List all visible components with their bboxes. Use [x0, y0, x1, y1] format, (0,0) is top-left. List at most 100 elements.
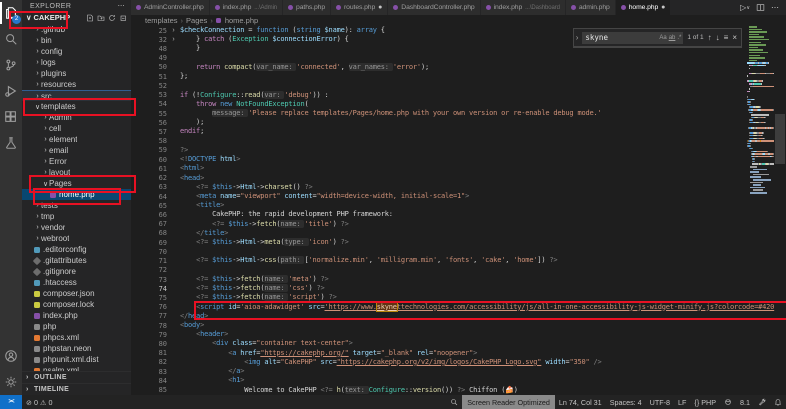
match-case-icon[interactable]: Aa: [659, 35, 666, 41]
code-line-77[interactable]: 77 </head>: [131, 312, 786, 321]
notifications-bell-icon[interactable]: [770, 398, 786, 406]
tree-item-.gitignore[interactable]: .gitignore: [22, 266, 131, 277]
collapse-all-icon[interactable]: [119, 14, 127, 22]
code-line-61[interactable]: 61 <html>: [131, 164, 786, 173]
code-line-72[interactable]: 72: [131, 266, 786, 275]
code-line-73[interactable]: 73 <?= $this->fetch(name: 'meta') ?>: [131, 274, 786, 284]
tree-item-src[interactable]: › src: [22, 90, 131, 101]
breadcrumb-item[interactable]: Pages: [186, 16, 207, 25]
indentation-status[interactable]: Spaces: 4: [606, 398, 646, 407]
language-mode-status[interactable]: {} PHP: [690, 398, 720, 407]
tree-item-phpstan.neon[interactable]: phpstan.neon: [22, 343, 131, 354]
close-find-icon[interactable]: ×: [732, 33, 737, 42]
code-line-50[interactable]: 50 return compact(var_name: 'connected',…: [131, 62, 786, 72]
chevron-right-icon[interactable]: ›: [34, 202, 41, 209]
split-editor-icon[interactable]: [756, 3, 765, 12]
tree-item-layout[interactable]: › layout: [22, 167, 131, 178]
tree-item-element[interactable]: › element: [22, 134, 131, 145]
code-line-57[interactable]: 57 endif;: [131, 127, 786, 136]
breadcrumb-item[interactable]: templates: [145, 16, 178, 25]
tree-item-config[interactable]: › config: [22, 46, 131, 57]
fold-expand-icon[interactable]: ›: [167, 36, 180, 43]
tree-item-vendor[interactable]: › vendor: [22, 222, 131, 233]
tree-item-php[interactable]: php: [22, 321, 131, 332]
breadcrumb-item[interactable]: home.php: [225, 16, 258, 25]
code-line-70[interactable]: 70: [131, 247, 786, 256]
status-search-icon[interactable]: [446, 398, 462, 406]
tree-item-Admin[interactable]: › Admin: [22, 112, 131, 123]
php-version-icon[interactable]: [720, 398, 736, 406]
cursor-position-status[interactable]: Ln 74, Col 31: [555, 398, 606, 407]
tree-item-plugins[interactable]: › plugins: [22, 68, 131, 79]
code-line-85[interactable]: 85 Welcome to CakePHP <?= h(text: Config…: [131, 385, 786, 395]
chevron-right-icon[interactable]: ›: [42, 147, 49, 154]
tree-item-resources[interactable]: › resources: [22, 79, 131, 90]
find-previous-icon[interactable]: ↑: [708, 33, 712, 42]
chevron-right-icon[interactable]: ›: [34, 26, 41, 33]
code-line-66[interactable]: 66 CakePHP: the rapid development PHP fr…: [131, 210, 786, 219]
wrench-icon[interactable]: [754, 398, 770, 406]
refresh-icon[interactable]: [108, 14, 116, 22]
timeline-section[interactable]: › TIMELINE: [22, 383, 131, 395]
tree-item-bin[interactable]: › bin: [22, 35, 131, 46]
code-line-80[interactable]: 80 <div class="container text-center">: [131, 339, 786, 348]
tree-item-email[interactable]: › email: [22, 145, 131, 156]
tab-index.php[interactable]: index.php ...\Dashboard: [480, 0, 566, 15]
chevron-right-icon[interactable]: ›: [34, 213, 41, 220]
tree-item-Pages[interactable]: ∨ Pages: [22, 178, 131, 189]
toggle-replace-icon[interactable]: ›: [576, 33, 579, 42]
code-line-52[interactable]: 52: [131, 81, 786, 90]
screen-reader-status[interactable]: Screen Reader Optimized: [462, 395, 555, 409]
tree-item-composer.json[interactable]: composer.json: [22, 288, 131, 299]
new-file-icon[interactable]: [86, 14, 94, 22]
tree-item-composer.lock[interactable]: composer.lock: [22, 299, 131, 310]
minimap[interactable]: [747, 26, 774, 208]
chevron-right-icon[interactable]: ›: [42, 114, 49, 121]
chevron-right-icon[interactable]: ›: [34, 235, 41, 242]
code-editor[interactable]: 25 › $checkConnection = function (string $…: [131, 26, 786, 395]
tree-item-.editorconfig[interactable]: .editorconfig: [22, 244, 131, 255]
code-line-76[interactable]: 76 <script id='aioa-adawidget' src='http…: [131, 301, 786, 312]
new-folder-icon[interactable]: [97, 14, 105, 22]
explorer-more-icon[interactable]: ⋯: [118, 2, 125, 10]
code-line-60[interactable]: 60 <!DOCTYPE html>: [131, 155, 786, 164]
code-line-84[interactable]: 84 <h1>: [131, 376, 786, 385]
code-line-83[interactable]: 83 </a>: [131, 367, 786, 376]
fold-expand-icon[interactable]: ›: [167, 27, 180, 34]
run-debug-icon[interactable]: [0, 78, 22, 104]
code-line-59[interactable]: 59 ?>: [131, 146, 786, 155]
code-line-56[interactable]: 56 );: [131, 118, 786, 127]
find-in-selection-icon[interactable]: ≡: [724, 33, 729, 42]
tree-item-index.php[interactable]: index.php: [22, 310, 131, 321]
code-line-63[interactable]: 63 <?= $this->Html->charset() ?>: [131, 183, 786, 192]
find-input[interactable]: skyne Aa ab .*: [582, 31, 684, 44]
settings-gear-icon[interactable]: [0, 369, 22, 395]
code-line-54[interactable]: 54 throw new NotFoundException(: [131, 100, 786, 109]
tree-item-webroot[interactable]: › webroot: [22, 233, 131, 244]
code-line-67[interactable]: 67 <?= $this->fetch(name: 'title') ?>: [131, 219, 786, 229]
tree-item-.htaccess[interactable]: .htaccess: [22, 277, 131, 288]
encoding-status[interactable]: UTF-8: [646, 398, 674, 407]
code-line-71[interactable]: 71 <?= $this->Html->css(path: ['normaliz…: [131, 256, 786, 265]
tree-item-.gitattributes[interactable]: .gitattributes: [22, 255, 131, 266]
tree-item-phpcs.xml[interactable]: phpcs.xml: [22, 332, 131, 343]
code-line-51[interactable]: 51};: [131, 72, 786, 81]
code-line-82[interactable]: 82 <img alt="CakePHP" src="https://cakep…: [131, 358, 786, 367]
tree-item-phpunit.xml.dist[interactable]: phpunit.xml.dist: [22, 354, 131, 365]
modified-dot-icon[interactable]: ●: [661, 4, 665, 11]
tab-admin.php[interactable]: admin.php: [565, 0, 616, 15]
chevron-down-icon[interactable]: ∨: [42, 180, 49, 188]
find-next-icon[interactable]: ↓: [716, 33, 720, 42]
chevron-right-icon[interactable]: ›: [34, 70, 41, 77]
chevron-right-icon[interactable]: ›: [42, 158, 49, 165]
code-line-64[interactable]: 64 <meta name="viewport" content="width=…: [131, 192, 786, 201]
code-line-74[interactable]: 74 <?= $this->fetch(name: 'css') ?>: [131, 284, 786, 293]
code-line-49[interactable]: 49: [131, 54, 786, 63]
extensions-icon[interactable]: [0, 104, 22, 130]
tree-item-tmp[interactable]: › tmp: [22, 211, 131, 222]
editor-more-actions-icon[interactable]: ⋯: [771, 3, 779, 12]
tree-item-.github[interactable]: › .github: [22, 24, 131, 35]
tab-home.php[interactable]: home.php ●: [615, 0, 672, 15]
tree-item-logs[interactable]: › logs: [22, 57, 131, 68]
code-line-53[interactable]: 53 if (!Configure::read(var: 'debug')) :: [131, 90, 786, 100]
